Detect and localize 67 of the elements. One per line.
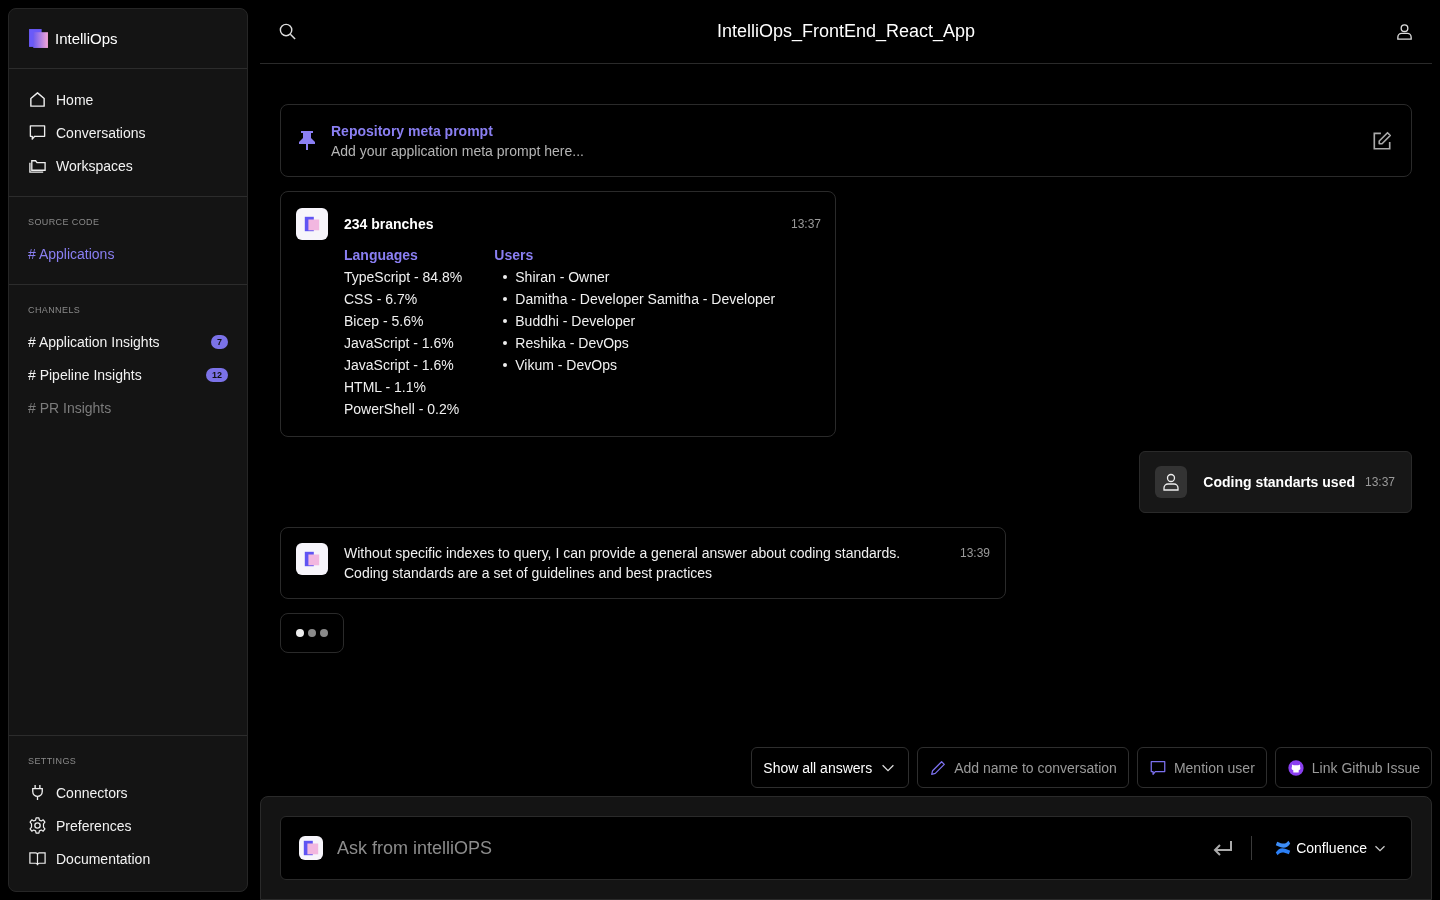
ask-field[interactable]: Ask from intelliOPS Confluence <box>280 816 1412 880</box>
bullet-icon <box>503 297 508 301</box>
bullet-icon <box>503 275 508 279</box>
book-icon <box>28 849 47 868</box>
bullet-icon <box>503 341 508 345</box>
settings-icon <box>28 816 47 835</box>
action-button[interactable]: Mention user <box>1136 747 1267 788</box>
message-text: Coding standarts used <box>1203 474 1355 490</box>
language-stat: PowerShell - 0.2% <box>344 400 461 419</box>
settings-item[interactable]: Documentation <box>28 842 228 875</box>
user-avatar-icon <box>1155 466 1188 498</box>
meta-prompt-title: Repository meta prompt <box>331 122 494 139</box>
github-icon <box>1286 758 1305 777</box>
section-heading: SETTINGS <box>28 756 78 766</box>
source-code-item[interactable]: # Applications <box>28 237 228 270</box>
list-heading: Users <box>494 246 535 265</box>
chat-bubble-icon <box>1148 758 1167 777</box>
user-entry: Reshika - DevOps <box>515 334 629 353</box>
language-stat: HTML - 1.1% <box>344 378 427 397</box>
user-entry: Buddhi - Developer <box>515 312 636 331</box>
message-title: 234 branches <box>344 216 434 232</box>
list-heading: Languages <box>344 246 419 265</box>
nav-item[interactable]: Home <box>28 83 228 116</box>
user-entry: Damitha - Developer Samitha - Developer <box>515 290 776 309</box>
search-icon[interactable] <box>278 22 297 41</box>
user-icon[interactable] <box>1395 22 1414 41</box>
user-entry: Shiran - Owner <box>515 268 610 287</box>
message-time: 13:39 <box>960 546 991 560</box>
language-stat: JavaScript - 1.6% <box>344 334 455 353</box>
section-heading: CHANNELS <box>28 305 82 315</box>
settings-item[interactable]: Preferences <box>28 809 228 842</box>
bot-avatar-icon <box>296 543 328 575</box>
channel-item[interactable]: # PR Insights <box>28 391 112 424</box>
chat-bubble-icon <box>28 123 47 142</box>
user-entry: Vikum - DevOps <box>515 356 617 375</box>
unread-count: 12 <box>206 367 228 382</box>
nav-item[interactable]: Workspaces <box>28 149 228 182</box>
language-stat: TypeScript - 84.8% <box>344 268 463 287</box>
language-stat: CSS - 6.7% <box>344 290 419 309</box>
typing-indicator <box>280 613 344 653</box>
app-logo-icon <box>28 28 49 49</box>
action-button[interactable]: Show all answers <box>751 747 910 788</box>
channel-item[interactable]: # Pipeline Insights <box>28 358 142 391</box>
home-icon <box>28 90 47 109</box>
action-button[interactable]: Add name to conversation <box>917 747 1129 788</box>
repository-title: IntelliOps_FrontEnd_React_App <box>716 21 976 42</box>
section-heading: SOURCE CODE <box>28 217 101 227</box>
meta-prompt-field[interactable]: Add your application meta prompt here... <box>331 142 651 159</box>
bot-avatar-icon <box>296 208 328 240</box>
bot-avatar-icon <box>299 836 323 860</box>
pencil-icon <box>929 758 948 777</box>
message-time: 13:37 <box>1364 475 1395 489</box>
edit-icon[interactable] <box>1371 129 1393 152</box>
confluence-logo-icon <box>1274 839 1293 857</box>
source-dropdown[interactable]: Confluence <box>1268 838 1395 858</box>
settings-item[interactable]: Connectors <box>28 776 228 809</box>
language-stat: JavaScript - 1.6% <box>344 356 455 375</box>
action-button[interactable]: Link Github Issue <box>1274 747 1432 788</box>
language-stat: Bicep - 5.6% <box>344 312 425 331</box>
bullet-icon <box>503 319 508 323</box>
channel-item[interactable]: # Application Insights <box>28 325 160 358</box>
nav-item[interactable]: Conversations <box>28 116 228 149</box>
brand-name: IntelliOps <box>55 30 118 47</box>
unread-count: 7 <box>211 334 228 349</box>
message-text: Without specific indexes to query, I can provide a general answer about coding standards. Coding standards are a set of guidelines and best practices <box>344 544 902 583</box>
bullet-icon <box>503 363 508 367</box>
message-time: 13:37 <box>790 217 821 231</box>
